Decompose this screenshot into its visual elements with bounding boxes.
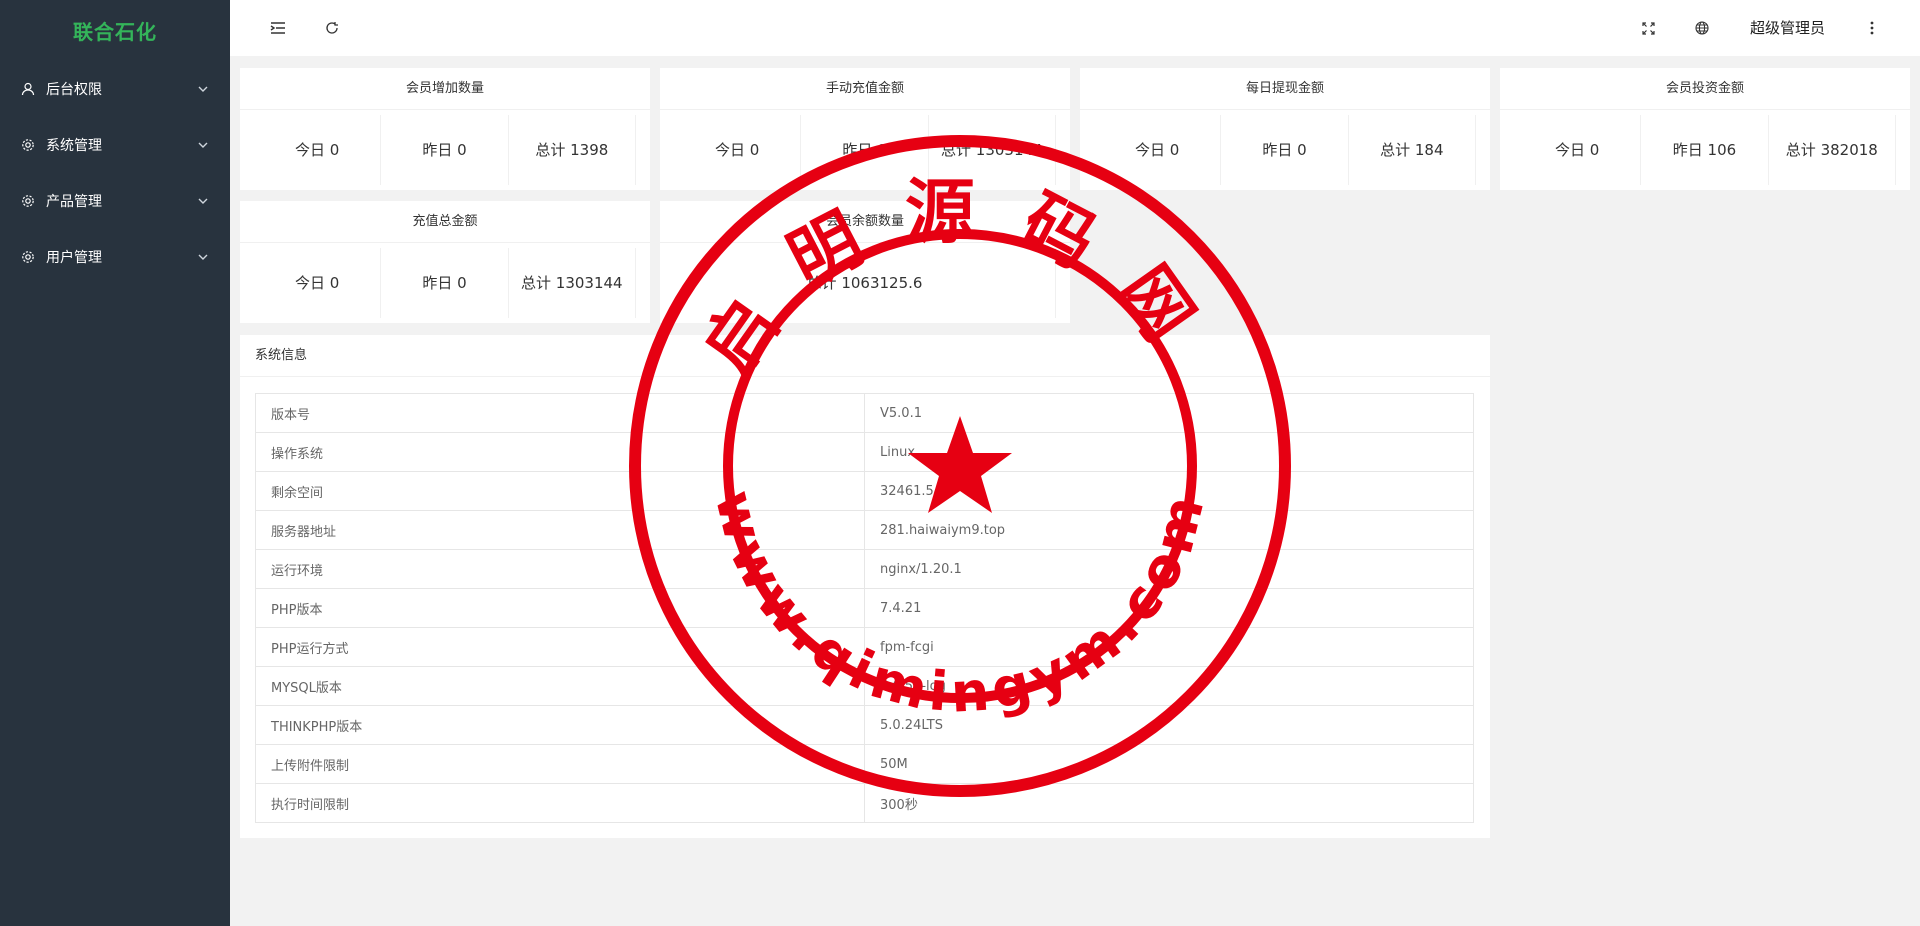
brand-logo: 联合石化	[73, 20, 157, 44]
row-value: 7.4.21	[864, 588, 1474, 628]
stat-today: 今日 0	[674, 115, 802, 185]
table-row: 剩余空间 32461.54M	[255, 471, 1474, 511]
gear-icon	[20, 193, 36, 209]
card-title: 充值总金额	[240, 201, 650, 243]
table-row: THINKPHP版本 5.0.24LTS	[255, 705, 1474, 745]
stat-total: 总计 1063125.6	[674, 248, 1056, 318]
stat-total: 总计 184	[1349, 115, 1476, 185]
chevron-down-icon	[196, 250, 210, 264]
card-title: 每日提现金额	[1080, 68, 1490, 110]
stat-today: 今日 0	[254, 248, 382, 318]
chevron-down-icon	[196, 82, 210, 96]
row-key: PHP运行方式	[255, 627, 865, 667]
stat-total: 总计 1398	[509, 115, 636, 185]
gear-icon	[20, 137, 36, 153]
sidebar-item-user-management[interactable]: 用户管理	[0, 229, 230, 285]
sidebar-item-backend-permissions[interactable]: 后台权限	[0, 61, 230, 117]
table-row: 上传附件限制 50M	[255, 744, 1474, 784]
stat-card-manual-recharge: 手动充值金额 今日 0 昨日 0 总计 1303144	[660, 68, 1070, 190]
stat-yesterday: 昨日 0	[381, 248, 509, 318]
row-value: V5.0.1	[864, 393, 1474, 433]
table-row: 服务器地址 281.haiwaiym9.top	[255, 510, 1474, 550]
stat-total: 总计 1303144	[509, 248, 636, 318]
stat-today: 今日 0	[254, 115, 382, 185]
chevron-down-icon	[196, 138, 210, 152]
stat-total: 总计 382018	[1769, 115, 1896, 185]
table-row: PHP运行方式 fpm-fcgi	[255, 627, 1474, 667]
row-key: 剩余空间	[255, 471, 865, 511]
stat-card-total-recharge: 充值总金额 今日 0 昨日 0 总计 1303144	[240, 201, 650, 323]
chevron-down-icon	[196, 194, 210, 208]
sidebar-item-product-management[interactable]: 产品管理	[0, 173, 230, 229]
menu-toggle-icon[interactable]	[266, 16, 290, 40]
sidebar-item-label: 系统管理	[46, 138, 102, 154]
row-key: PHP版本	[255, 588, 865, 628]
row-value: 5.0.24LTS	[864, 705, 1474, 745]
row-key: 版本号	[255, 393, 865, 433]
table-row: PHP版本 7.4.21	[255, 588, 1474, 628]
stat-yesterday: 昨日 106	[1641, 115, 1769, 185]
sidebar-item-label: 用户管理	[46, 250, 102, 266]
stat-yesterday: 昨日 0	[381, 115, 509, 185]
sidebar-item-label: 产品管理	[46, 194, 102, 210]
user-icon	[20, 81, 36, 97]
row-key: 操作系统	[255, 432, 865, 472]
stat-card-daily-withdrawal: 每日提现金额 今日 0 昨日 0 总计 184	[1080, 68, 1490, 190]
row-key: 上传附件限制	[255, 744, 865, 784]
admin-user-menu[interactable]: 超级管理员	[1750, 17, 1825, 38]
row-value: 300秒	[864, 783, 1474, 823]
card-title: 会员增加数量	[240, 68, 650, 110]
system-info-panel: 系统信息 版本号 V5.0.1 操作系统 Linux 剩余空间 32461.54M 服…	[240, 335, 1490, 838]
card-title: 手动充值金额	[660, 68, 1070, 110]
sidebar-item-label: 后台权限	[46, 82, 102, 98]
row-value: 281.haiwaiym9.top	[864, 510, 1474, 550]
row-value: 5.6.50-log	[864, 666, 1474, 706]
table-row: 运行环境 nginx/1.20.1	[255, 549, 1474, 589]
stat-card-member-investment: 会员投资金额 今日 0 昨日 106 总计 382018	[1500, 68, 1910, 190]
sidebar: 联合石化 后台权限 系统管理 产品管理 用户管理	[0, 0, 230, 926]
sidebar-item-system-management[interactable]: 系统管理	[0, 117, 230, 173]
card-title: 会员余额数量	[660, 201, 1070, 243]
table-row: 操作系统 Linux	[255, 432, 1474, 472]
row-value: fpm-fcgi	[864, 627, 1474, 667]
fullscreen-icon[interactable]	[1636, 16, 1660, 40]
row-key: 运行环境	[255, 549, 865, 589]
refresh-icon[interactable]	[320, 16, 344, 40]
stat-yesterday: 昨日 0	[801, 115, 929, 185]
table-row: 版本号 V5.0.1	[255, 393, 1474, 433]
stat-card-member-increase: 会员增加数量 今日 0 昨日 0 总计 1398	[240, 68, 650, 190]
stat-today: 今日 0	[1094, 115, 1222, 185]
row-value: nginx/1.20.1	[864, 549, 1474, 589]
top-header: 超级管理员	[230, 0, 1920, 56]
row-key: THINKPHP版本	[255, 705, 865, 745]
row-value: Linux	[864, 432, 1474, 472]
table-row: 执行时间限制 300秒	[255, 783, 1474, 823]
row-value: 50M	[864, 744, 1474, 784]
row-key: MYSQL版本	[255, 666, 865, 706]
system-info-table: 版本号 V5.0.1 操作系统 Linux 剩余空间 32461.54M 服务器地址 2…	[255, 393, 1474, 823]
card-title: 会员投资金额	[1500, 68, 1910, 110]
stat-today: 今日 0	[1514, 115, 1642, 185]
row-key: 服务器地址	[255, 510, 865, 550]
more-vertical-icon[interactable]	[1860, 16, 1884, 40]
stat-yesterday: 昨日 0	[1221, 115, 1349, 185]
stat-total: 总计 1303144	[929, 115, 1056, 185]
system-info-title: 系统信息	[240, 335, 1490, 377]
gear-icon	[20, 249, 36, 265]
row-key: 执行时间限制	[255, 783, 865, 823]
row-value: 32461.54M	[864, 471, 1474, 511]
table-row: MYSQL版本 5.6.50-log	[255, 666, 1474, 706]
stat-card-member-balance: 会员余额数量 总计 1063125.6	[660, 201, 1070, 323]
globe-icon[interactable]	[1690, 16, 1714, 40]
